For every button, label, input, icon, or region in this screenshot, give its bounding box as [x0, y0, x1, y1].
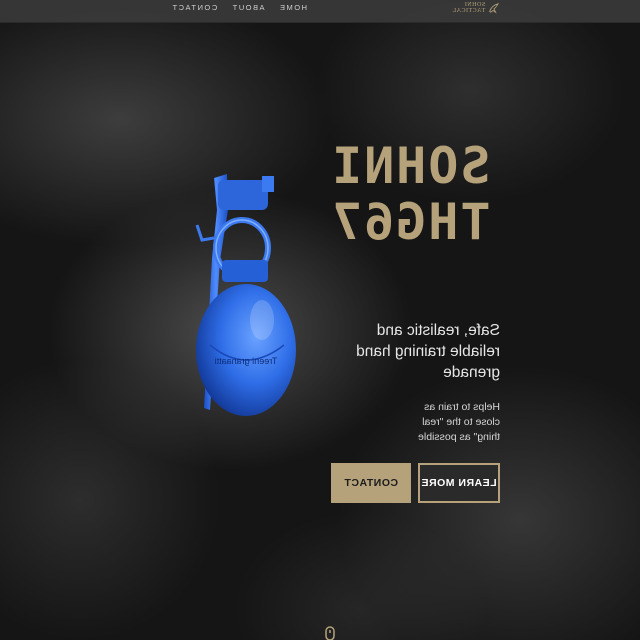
training-grenade-image: Treeni granaatti: [195, 174, 296, 416]
learn-more-button[interactable]: LEARN MORE: [418, 463, 500, 503]
hero-note: Helps to train as close to the "real thi…: [418, 401, 500, 443]
hero-title: SOHNI THG67: [330, 137, 500, 251]
eagle-logo-icon: [489, 3, 500, 14]
nav-links: HOME ABOUT CONTACT: [171, 0, 307, 14]
top-navigation: HOME ABOUT CONTACT SOHNI TACTICAL: [0, 0, 640, 23]
nav-link-about[interactable]: ABOUT: [231, 3, 264, 12]
smoke-background: [0, 0, 640, 640]
nav-link-contact[interactable]: CONTACT: [171, 3, 217, 12]
nav-link-home[interactable]: HOME: [279, 3, 308, 12]
hero-title-line-1: SOHNI: [330, 137, 491, 195]
contact-label: CONTACT: [343, 477, 399, 489]
learn-more-label: LEARN MORE: [421, 477, 497, 489]
contact-button[interactable]: CONTACT: [331, 463, 411, 503]
logo-text: SOHNI TACTICAL: [452, 2, 485, 14]
scroll-down-icon[interactable]: [324, 626, 336, 640]
hero-subtitle: Safe, realistic and reliable training ha…: [356, 322, 500, 381]
svg-text:Treeni granaatti: Treeni granaatti: [215, 356, 278, 366]
brand-logo[interactable]: SOHNI TACTICAL: [452, 0, 500, 16]
hero-title-line-2: THG67: [330, 193, 491, 251]
logo-line-2: TACTICAL: [452, 8, 486, 14]
